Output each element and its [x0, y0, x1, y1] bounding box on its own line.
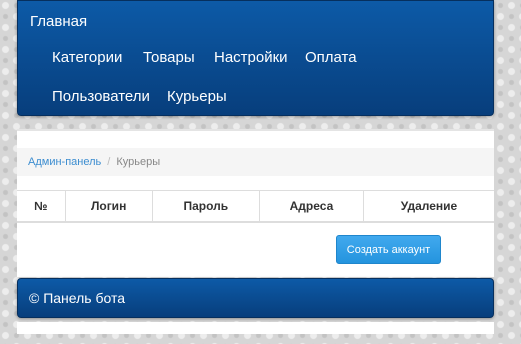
- nav-item-products[interactable]: Товары: [143, 49, 195, 66]
- nav-item-categories[interactable]: Категории: [52, 49, 122, 66]
- column-header-addresses: Адреса: [258, 190, 364, 223]
- couriers-table: № Логин Пароль Адреса Удаление: [17, 190, 494, 223]
- create-account-button[interactable]: Создать аккаунт: [336, 235, 441, 264]
- nav-home-link[interactable]: Главная: [30, 13, 87, 30]
- nav-item-users[interactable]: Пользователи: [52, 88, 150, 105]
- breadcrumb-current: Курьеры: [116, 156, 161, 168]
- nav-item-payment[interactable]: Оплата: [305, 49, 357, 66]
- breadcrumb-separator: /: [107, 156, 111, 168]
- nav-item-settings[interactable]: Настройки: [214, 49, 288, 66]
- footer: © Панель бота: [17, 278, 494, 318]
- bottom-strip: [17, 322, 494, 334]
- breadcrumb: Админ-панель / Курьеры: [17, 148, 494, 176]
- breadcrumb-admin-link[interactable]: Админ-панель: [28, 156, 101, 168]
- nav-item-couriers[interactable]: Курьеры: [167, 88, 227, 105]
- top-navbar: Главная Категории Товары Настройки Оплат…: [17, 0, 494, 116]
- column-header-password: Пароль: [151, 190, 260, 223]
- column-header-login: Логин: [64, 190, 153, 223]
- column-header-delete: Удаление: [363, 190, 494, 223]
- column-header-number: №: [17, 190, 65, 223]
- table-header-row: № Логин Пароль Адреса Удаление: [17, 190, 494, 223]
- main-panel: Админ-панель / Курьеры № Логин Пароль Адре…: [17, 129, 494, 277]
